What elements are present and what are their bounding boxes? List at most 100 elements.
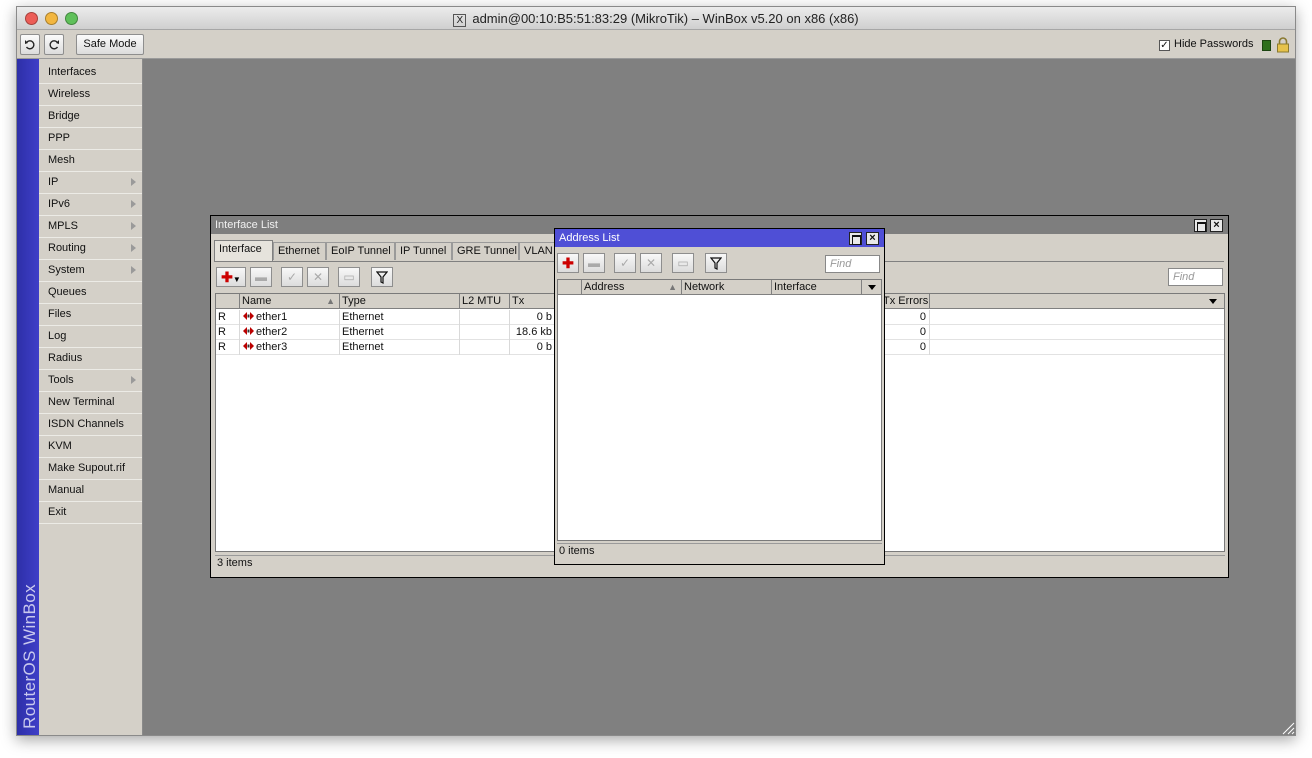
sidebar-item-radius[interactable]: Radius (39, 348, 142, 370)
filter-button[interactable] (705, 253, 727, 273)
sidebar-item-label: Bridge (48, 110, 80, 122)
col-tx-errors[interactable]: Tx Errors (881, 294, 930, 309)
cell-name: ether2 (240, 325, 340, 340)
close-icon[interactable]: × (1210, 219, 1223, 232)
sidebar-item-label: Tools (48, 374, 74, 386)
sidebar-item-system[interactable]: System (39, 260, 142, 282)
sidebar-item-log[interactable]: Log (39, 326, 142, 348)
filter-button[interactable] (371, 267, 393, 287)
disable-button[interactable]: ✕ (640, 253, 662, 273)
undo-button[interactable] (20, 34, 40, 55)
col-address[interactable]: Address ▲ (582, 280, 682, 295)
cell-tx-errors: 0 (881, 310, 930, 325)
cell-text: Ethernet (342, 311, 384, 323)
sidebar-item-label: PPP (48, 132, 71, 144)
cell-text: R (218, 311, 226, 323)
sidebar-item-label: MPLS (48, 220, 78, 232)
cell-text: ether1 (256, 311, 288, 323)
sidebar-item-files[interactable]: Files (39, 304, 142, 326)
cross-icon: ✕ (645, 256, 657, 270)
add-button[interactable]: ✚ (557, 253, 579, 273)
sidebar-item-interfaces[interactable]: Interfaces (39, 62, 142, 84)
cross-icon: ✕ (312, 270, 324, 284)
remove-button[interactable]: ▬ (583, 253, 605, 273)
cell-flag: R (216, 340, 240, 355)
ethernet-interface-icon (243, 327, 254, 335)
submenu-arrow-icon (131, 222, 136, 230)
tab-vlan[interactable]: VLAN (519, 242, 559, 260)
address-find-input[interactable]: Find (825, 255, 880, 273)
cell-type: Ethernet (340, 340, 460, 355)
sidebar-item-ip[interactable]: IP (39, 172, 142, 194)
minus-icon: ▬ (255, 270, 267, 284)
brand-label: RouterOS WinBox (20, 584, 39, 729)
tab-interface[interactable]: Interface (214, 240, 273, 261)
sidebar-item-new-terminal[interactable]: New Terminal (39, 392, 142, 414)
col-network[interactable]: Network (682, 280, 772, 295)
safe-mode-button[interactable]: Safe Mode (76, 34, 144, 55)
submenu-arrow-icon (131, 244, 136, 252)
maximize-icon[interactable] (1194, 219, 1207, 232)
cell-l2mtu (460, 325, 510, 340)
lock-icon (1277, 37, 1289, 53)
sort-asc-icon: ▲ (668, 282, 677, 292)
cell-text: 0 (919, 326, 926, 338)
remove-button[interactable]: ▬ (250, 267, 272, 287)
tab-gre-tunnel[interactable]: GRE Tunnel (452, 242, 519, 260)
comment-button[interactable]: ▭ (338, 267, 360, 287)
sidebar-item-ppp[interactable]: PPP (39, 128, 142, 150)
hide-passwords-label: Hide Passwords (1174, 38, 1254, 50)
column-menu-icon[interactable] (868, 285, 876, 290)
disable-button[interactable]: ✕ (307, 267, 329, 287)
add-dropdown-button[interactable]: ✚▼ (216, 267, 246, 287)
hide-passwords-checkbox[interactable]: ✓ Hide Passwords (1159, 38, 1253, 51)
col-flag[interactable] (558, 280, 582, 295)
check-icon: ✓ (286, 270, 298, 284)
sidebar-item-ipv6[interactable]: IPv6 (39, 194, 142, 216)
sidebar-item-mesh[interactable]: Mesh (39, 150, 142, 172)
col-type[interactable]: Type (340, 294, 460, 309)
cell-l2mtu (460, 310, 510, 325)
interface-find-input[interactable]: Find (1168, 268, 1223, 286)
cell-text: 18.6 kb (515, 326, 552, 338)
sidebar-item-kvm[interactable]: KVM (39, 436, 142, 458)
tab-eoip-tunnel[interactable]: EoIP Tunnel (326, 242, 395, 260)
col-name[interactable]: Name ▲ (240, 294, 340, 309)
sidebar-item-isdn-channels[interactable]: ISDN Channels (39, 414, 142, 436)
col-interface[interactable]: Interface (772, 280, 862, 295)
sidebar-item-bridge[interactable]: Bridge (39, 106, 142, 128)
sidebar-item-wireless[interactable]: Wireless (39, 84, 142, 106)
maximize-icon[interactable] (849, 232, 862, 245)
resize-grip-icon[interactable] (1281, 721, 1295, 735)
col-l2mtu[interactable]: L2 MTU (460, 294, 510, 309)
sidebar-item-routing[interactable]: Routing (39, 238, 142, 260)
sidebar-item-label: New Terminal (48, 396, 115, 408)
address-list-title: Address List (555, 229, 884, 247)
address-list-window: Address List × ✚ ▬ ✓ ✕ ▭ Find Address ▲ N… (554, 228, 885, 565)
address-status-bar: 0 items (557, 543, 882, 559)
column-menu-icon[interactable] (1209, 299, 1217, 304)
sidebar-item-mpls[interactable]: MPLS (39, 216, 142, 238)
sidebar-item-label: Mesh (48, 154, 75, 166)
sidebar-item-manual[interactable]: Manual (39, 480, 142, 502)
comment-icon: ▭ (677, 256, 689, 270)
comment-button[interactable]: ▭ (672, 253, 694, 273)
cell-text: ether2 (256, 326, 288, 338)
cell-tx-errors: 0 (881, 325, 930, 340)
sidebar-item-label: Interfaces (48, 66, 97, 78)
tab-ethernet[interactable]: Ethernet (273, 242, 326, 260)
redo-button[interactable] (44, 34, 64, 55)
col-tx[interactable]: Tx (510, 294, 556, 309)
sidebar-item-label: Exit (48, 506, 67, 518)
enable-button[interactable]: ✓ (614, 253, 636, 273)
sidebar-item-tools[interactable]: Tools (39, 370, 142, 392)
sidebar-item-make-supout-rif[interactable]: Make Supout.rif (39, 458, 142, 480)
sidebar-item-queues[interactable]: Queues (39, 282, 142, 304)
sidebar-item-exit[interactable]: Exit (39, 502, 142, 524)
checkbox-checked-icon: ✓ (1159, 40, 1170, 51)
minus-icon: ▬ (588, 256, 600, 270)
tab-ip-tunnel[interactable]: IP Tunnel (395, 242, 452, 260)
close-icon[interactable]: × (866, 232, 879, 245)
enable-button[interactable]: ✓ (281, 267, 303, 287)
col-flag[interactable] (216, 294, 240, 309)
